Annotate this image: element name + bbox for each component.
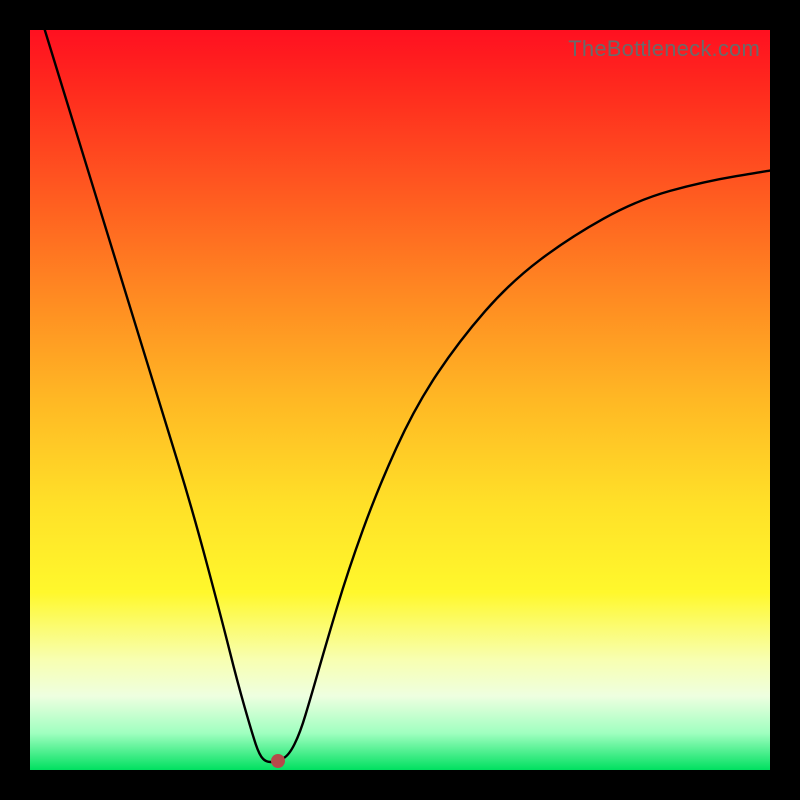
- chart-frame: TheBottleneck.com: [0, 0, 800, 800]
- bottleneck-curve-path: [45, 30, 770, 762]
- optimal-point-marker: [271, 754, 285, 768]
- curve-svg: [30, 30, 770, 770]
- plot-area: TheBottleneck.com: [30, 30, 770, 770]
